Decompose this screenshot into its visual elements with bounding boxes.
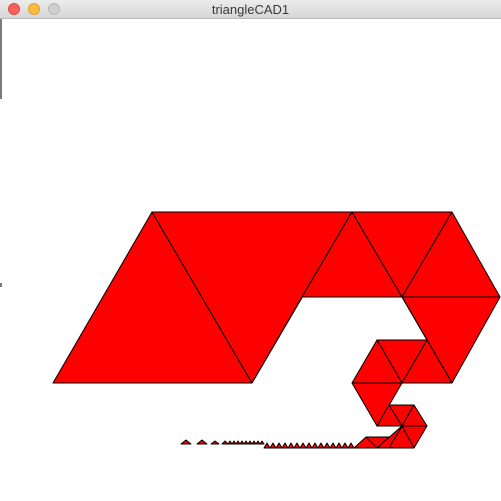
window-title: triangleCAD1 <box>211 2 290 17</box>
window-titlebar[interactable]: triangleCAD1 <box>0 0 501 19</box>
drawing-canvas[interactable] <box>0 19 501 501</box>
window-edge-marker <box>0 19 2 99</box>
window-edge-marker <box>0 283 2 287</box>
